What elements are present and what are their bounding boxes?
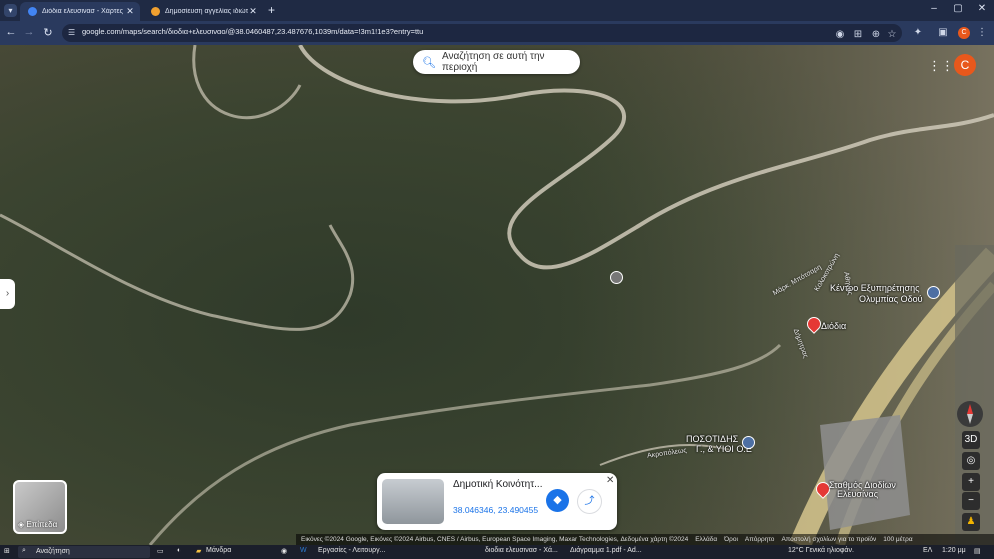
place-coordinates[interactable]: 38.046346, 23.490455 (453, 505, 538, 515)
tab-bar: ▾ Διόδια ελευσινασ - Χάρτες Goo ✕ Δημοσί… (0, 0, 994, 21)
zoom-icon[interactable]: ⊕ (870, 29, 882, 40)
minimize-button[interactable]: – (926, 3, 942, 14)
feedback-link[interactable]: Αποστολή σχολίων για το προϊόν (781, 536, 876, 543)
extensions-icon[interactable]: ✦ (912, 27, 924, 38)
poi-label-posotidis[interactable]: ΠΟΣΟΤΙΔΗΣ (686, 434, 738, 444)
maps-favicon-icon (28, 7, 37, 16)
directions-icon[interactable]: ◆ (546, 489, 569, 512)
new-tab-button[interactable]: + (268, 3, 275, 17)
map-canvas[interactable]: 🔍︎ Αναζήτηση σε αυτή την περιοχή ⋮⋮⋮ C ›… (0, 45, 994, 545)
close-window-button[interactable]: ✕ (974, 3, 990, 14)
search-placeholder: Αναζήτηση (36, 548, 70, 555)
taskbar-item[interactable]: Διάγραμμα 1.pdf - Ad... (570, 547, 642, 554)
map-marker-icon[interactable] (610, 271, 623, 284)
tab-search-button[interactable]: ▾ (4, 4, 17, 17)
folder-icon[interactable]: ▰ (196, 547, 201, 555)
reload-icon[interactable]: ↻ (41, 26, 55, 39)
expand-side-panel-button[interactable]: › (0, 279, 15, 309)
profile-avatar[interactable]: C (958, 27, 970, 39)
address-bar: ← → ↻ ☰ google.com/maps/search/διοδια+ελ… (0, 21, 994, 45)
poi-marker-icon[interactable] (742, 436, 755, 449)
menu-kebab-icon[interactable]: ⋮ (976, 27, 988, 38)
site-info-icon[interactable]: ☰ (68, 28, 77, 37)
poi-label-olympia[interactable]: Ολυμπίας Οδού (859, 294, 923, 304)
taskbar-search[interactable]: ⌕ Αναζήτηση (18, 546, 150, 558)
windows-start-icon[interactable]: ⊞ (4, 547, 10, 555)
layers-label: ◈ Επίπεδα (18, 520, 57, 529)
tab-ad[interactable]: Δημοσίευση αγγελίας ιδιώτη | ✕ (143, 2, 263, 21)
my-location-icon[interactable]: ◎ (962, 452, 980, 470)
compass-needle (967, 404, 973, 424)
side-panel-icon[interactable]: ▣ (937, 27, 949, 38)
windows-taskbar: ⊞ ⌕ Αναζήτηση ▭ ◐ ▰ Μάνδρα ◉ W Εργασίες … (0, 545, 994, 559)
taskbar-item[interactable]: Μάνδρα (206, 547, 231, 554)
ad-favicon-icon (151, 7, 160, 16)
chrome-icon[interactable]: ◉ (281, 547, 287, 555)
place-photo[interactable] (382, 479, 444, 524)
location-icon[interactable]: ◉ (834, 29, 846, 40)
search-icon: 🔍︎ (422, 56, 436, 69)
pegman-icon[interactable]: ♟ (962, 513, 980, 531)
3d-button[interactable]: 3D (962, 431, 980, 449)
poi-label-tolls[interactable]: Διόδια (821, 321, 846, 331)
taskbar-item-active[interactable]: διοδια ελευσινασ - Χά... (485, 547, 558, 554)
compass-icon[interactable] (957, 401, 983, 427)
zoom-out-button[interactable]: − (962, 492, 980, 510)
back-icon[interactable]: ← (4, 26, 18, 38)
poi-marker-icon[interactable] (927, 286, 940, 299)
share-icon[interactable]: ⤴ (577, 489, 602, 514)
scale-bar[interactable]: 100 μέτρα (883, 536, 912, 543)
map-attribution: Εικόνες ©2024 Google, Εικόνες ©2024 Airb… (296, 534, 994, 545)
forward-icon[interactable]: → (22, 26, 36, 38)
layers-button[interactable]: ◈ Επίπεδα (13, 480, 67, 534)
search-icon: ⌕ (22, 547, 26, 554)
layers-text: Επίπεδα (26, 520, 58, 529)
zoom-in-button[interactable]: + (962, 473, 980, 491)
bookmark-star-icon[interactable]: ☆ (886, 29, 898, 40)
tab-maps[interactable]: Διόδια ελευσινασ - Χάρτες Goo ✕ (20, 2, 140, 21)
close-icon[interactable]: ✕ (606, 475, 614, 486)
place-card[interactable]: Δημοτική Κοινότητ... 38.046346, 23.49045… (377, 473, 617, 530)
maximize-button[interactable]: ▢ (950, 3, 966, 14)
clock[interactable]: 1:20 μμ (942, 547, 966, 554)
tab-title: Δημοσίευση αγγελίας ιδιώτη | (165, 8, 248, 15)
taskbar-item[interactable]: Εργασίες - Λειτουργ... (318, 547, 385, 554)
word-icon[interactable]: W (300, 547, 307, 554)
layers-icon: ◈ (18, 520, 25, 529)
privacy-link[interactable]: Απόρρητο (745, 536, 775, 543)
task-view-icon[interactable]: ▭ (157, 547, 164, 555)
search-this-area-button[interactable]: 🔍︎ Αναζήτηση σε αυτή την περιοχή (413, 50, 580, 74)
account-avatar[interactable]: C (954, 54, 976, 76)
install-icon[interactable]: ⊞ (852, 29, 864, 40)
close-icon[interactable]: ✕ (125, 6, 135, 17)
edge-icon[interactable]: ◐ (177, 547, 181, 554)
search-area-label: Αναζήτηση σε αυτή την περιοχή (441, 51, 545, 73)
terms-link[interactable]: Όροι (724, 536, 738, 543)
language-indicator[interactable]: ΕΛ (923, 547, 932, 554)
weather-text[interactable]: 12°C Γενικά ηλιοφάν. (788, 547, 854, 554)
satellite-imagery (0, 45, 994, 545)
imagery-credit: Εικόνες ©2024 Google, Εικόνες ©2024 Airb… (301, 536, 689, 543)
poi-label-station-2[interactable]: Ελευσίνας (837, 489, 878, 499)
tab-title: Διόδια ελευσινασ - Χάρτες Goo (42, 8, 125, 15)
country-link[interactable]: Ελλάδα (695, 536, 717, 543)
url-text[interactable]: google.com/maps/search/διοδια+ελευσιναο/… (82, 27, 423, 36)
place-title[interactable]: Δημοτική Κοινότητ... (453, 479, 542, 490)
notifications-icon[interactable]: ▤ (974, 547, 981, 555)
close-icon[interactable]: ✕ (248, 6, 258, 17)
omnibox[interactable]: ☰ google.com/maps/search/διοδια+ελευσινα… (62, 24, 902, 42)
